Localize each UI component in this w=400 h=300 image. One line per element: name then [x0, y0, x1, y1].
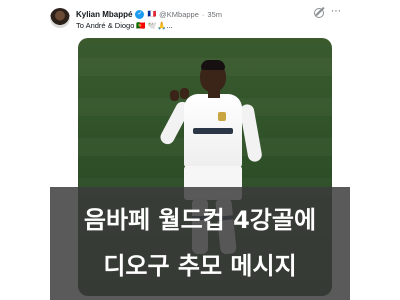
shirt-sponsor	[193, 128, 233, 134]
grok-icon[interactable]	[314, 8, 324, 18]
tweet-timestamp[interactable]: 35m	[207, 10, 222, 19]
player-left-hand	[170, 90, 179, 101]
player-hair	[201, 60, 225, 70]
author-handle[interactable]: @KMbappe	[159, 10, 199, 19]
tweet-text-body: To André & Diogo	[76, 21, 135, 30]
caption-line-1: 음바페 월드컵 4강골에	[83, 206, 317, 234]
tweet-text-emojis: 🇵🇹 🕊️🙏...	[136, 21, 173, 30]
avatar[interactable]	[50, 8, 70, 28]
caption-overlay: 음바페 월드컵 4강골에 디오구 추모 메시지	[50, 187, 350, 300]
tweet-author-row: Kylian Mbappé ✓ 🇫🇷 @KMbappe · 35m	[76, 7, 222, 21]
player-right-arm	[239, 103, 263, 163]
author-display-name[interactable]: Kylian Mbappé	[76, 10, 132, 19]
separator-dot: ·	[201, 9, 205, 19]
more-options-icon[interactable]: ⋯	[331, 7, 341, 17]
tweet-text: To André & Diogo 🇵🇹 🕊️🙏...	[76, 21, 173, 30]
caption-line-2: 디오구 추모 메시지	[103, 252, 297, 280]
tweet-header: Kylian Mbappé ✓ 🇫🇷 @KMbappe · 35m To And…	[0, 0, 400, 40]
shirt-crest	[218, 112, 226, 121]
verified-badge-icon: ✓	[135, 9, 145, 19]
author-flag-badges: 🇫🇷	[147, 11, 157, 18]
